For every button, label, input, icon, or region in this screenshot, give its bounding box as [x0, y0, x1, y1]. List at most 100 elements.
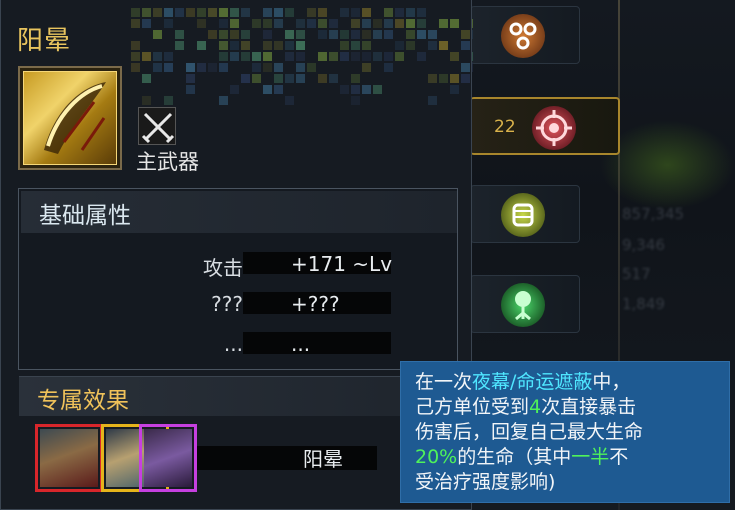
pixel-decoration	[175, 8, 184, 17]
pixel-decoration	[351, 19, 360, 28]
pixel-decoration	[439, 41, 448, 50]
pixel-decoration	[186, 74, 195, 83]
pixel-decoration	[131, 19, 140, 28]
pixel-decoration	[307, 19, 316, 28]
pixel-decoration	[450, 52, 459, 61]
pixel-decoration	[142, 74, 151, 83]
pixel-decoration	[439, 19, 448, 28]
pixel-decoration	[395, 8, 404, 17]
pixel-decoration	[131, 41, 140, 50]
pixel-decoration	[263, 85, 272, 94]
stat-name: ...	[223, 332, 243, 356]
background-stat: 857,345	[622, 205, 685, 223]
pixel-decoration	[285, 8, 294, 17]
pixel-decoration	[164, 19, 173, 28]
pixel-decoration	[428, 96, 437, 105]
pixel-decoration	[219, 52, 228, 61]
pixel-decoration	[428, 30, 437, 39]
pixel-decoration	[142, 52, 151, 61]
pixel-decoration	[208, 30, 217, 39]
side-tab-link[interactable]	[470, 6, 580, 64]
pixel-decoration	[164, 52, 173, 61]
pixel-decoration	[230, 52, 239, 61]
stat-value: +???	[291, 292, 340, 316]
pixel-decoration	[296, 41, 305, 50]
pixel-decoration	[406, 30, 415, 39]
tooltip-text: 20%的生命（其中一半不	[415, 446, 629, 468]
pixel-decoration	[252, 74, 261, 83]
tooltip-text: 受治疗强度影响)	[415, 471, 556, 493]
pixel-decoration	[472, 30, 473, 39]
pixel-decoration	[285, 41, 294, 50]
pixel-decoration	[296, 63, 305, 72]
pixel-decoration	[208, 8, 217, 17]
pixel-decoration	[329, 30, 338, 39]
tree-of-life-icon	[501, 283, 545, 327]
pixel-decoration	[197, 8, 206, 17]
pixel-decoration	[164, 8, 173, 17]
pixel-decoration	[230, 30, 239, 39]
pixel-decoration	[274, 63, 283, 72]
side-tab-target[interactable]: 22	[470, 97, 620, 155]
pixel-decoration	[263, 41, 272, 50]
pixel-decoration	[461, 30, 470, 39]
background-stat: 1,849	[622, 295, 665, 313]
pixel-decoration	[219, 41, 228, 50]
background-stat: 9,346	[622, 236, 665, 254]
tooltip-text: 伤害后，回复自己最大生命	[415, 421, 644, 443]
pixel-decoration	[384, 30, 393, 39]
side-tab-tree[interactable]	[470, 275, 580, 333]
pixel-decoration	[318, 52, 327, 61]
pixel-decoration	[362, 41, 371, 50]
pixel-decoration	[252, 19, 261, 28]
pixel-decoration	[395, 41, 404, 50]
pixel-decoration	[164, 63, 173, 72]
pixel-decoration	[175, 30, 184, 39]
pixel-decoration	[395, 19, 404, 28]
pixel-decoration	[318, 8, 327, 17]
pixel-decoration	[395, 52, 404, 61]
pixel-decoration	[241, 30, 250, 39]
pixel-decoration	[417, 30, 426, 39]
pixel-decoration	[340, 30, 349, 39]
pixel-decoration	[329, 74, 338, 83]
link-chain-icon	[501, 14, 545, 58]
pixel-decoration	[362, 19, 371, 28]
hero-portrait-purple-icon[interactable]	[139, 424, 197, 492]
pixel-decoration	[318, 30, 327, 39]
pixel-decoration	[241, 52, 250, 61]
target-icon	[532, 106, 576, 150]
pixel-decoration	[153, 8, 162, 17]
pixel-decoration	[384, 52, 393, 61]
pixel-decoration	[351, 74, 360, 83]
pixel-decoration	[362, 63, 371, 72]
section-header: 基础属性	[21, 191, 457, 233]
pixel-decoration	[241, 41, 250, 50]
pixel-decoration	[164, 96, 173, 105]
pixel-decoration	[318, 74, 327, 83]
pixel-decoration	[373, 85, 382, 94]
side-tab-gauntlet[interactable]	[470, 185, 580, 243]
pixel-decoration	[384, 19, 393, 28]
pixel-decoration	[142, 96, 151, 105]
pixel-decoration	[186, 8, 195, 17]
pixel-decoration	[472, 63, 473, 72]
pixel-decoration	[131, 52, 140, 61]
hero-portrait-red-icon[interactable]	[35, 424, 103, 492]
item-title: 阳晕	[17, 26, 72, 56]
pixel-decoration	[351, 30, 360, 39]
pixel-decoration	[351, 8, 360, 17]
pixel-decoration	[373, 52, 382, 61]
weapon-item-icon[interactable]	[18, 66, 122, 170]
pixel-decoration	[340, 41, 349, 50]
pixel-decoration	[461, 74, 470, 83]
pixel-decoration	[417, 8, 426, 17]
pixel-decoration	[285, 52, 294, 61]
pixel-decoration	[351, 52, 360, 61]
pixel-decoration	[439, 74, 448, 83]
fist-gauntlet-icon	[501, 193, 545, 237]
exclusive-hero-list	[35, 424, 197, 496]
pixel-decoration	[340, 8, 349, 17]
pixel-decoration	[329, 19, 338, 28]
pixel-decoration	[362, 85, 371, 94]
